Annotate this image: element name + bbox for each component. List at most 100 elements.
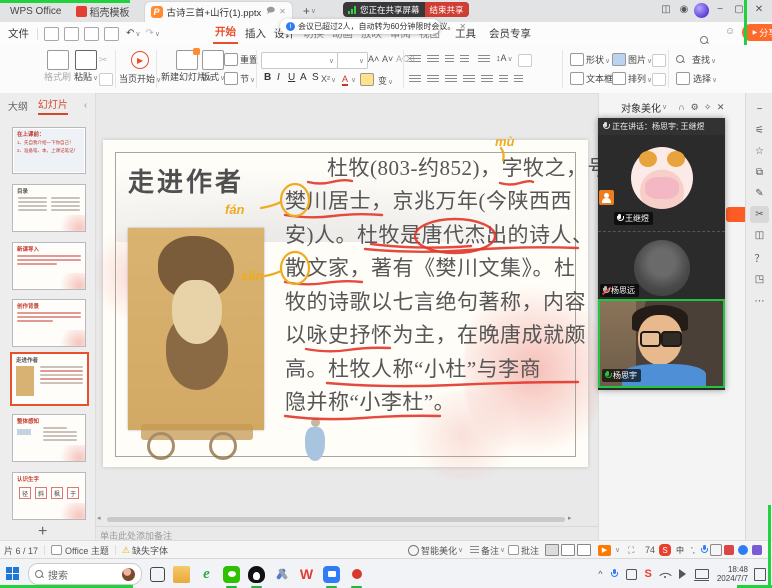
- smart-beautify-button[interactable]: 智能美化∨: [408, 544, 463, 557]
- tray-wifi-icon[interactable]: [660, 570, 671, 579]
- new-tab-button[interactable]: +: [303, 4, 310, 18]
- normal-view-icon[interactable]: [545, 544, 559, 556]
- copy-style-icon[interactable]: ⧉: [750, 164, 769, 181]
- tray-volume-icon[interactable]: [679, 569, 691, 579]
- help-circle-icon[interactable]: ？: [750, 249, 769, 266]
- author-portrait-image[interactable]: [128, 228, 264, 430]
- numbered-list-icon[interactable]: [427, 55, 439, 64]
- taskbar-search-box[interactable]: 搜索: [28, 563, 142, 585]
- ie-browser-icon[interactable]: e: [198, 566, 215, 583]
- horizontal-scrollbar[interactable]: [107, 517, 565, 522]
- hscroll-right-icon[interactable]: ▸: [568, 514, 572, 522]
- slide-thumbnail-note[interactable]: 在上课前： 1、先自我介绍一下你自己！ 2、准备笔、本，上课记笔记！: [12, 127, 86, 174]
- slide-canvas[interactable]: 走进作者 杜牧(803-约852)，字牧之，号 樊川居士，京兆万年(今陕西西 安…: [103, 140, 588, 467]
- columns-icon[interactable]: [478, 55, 490, 64]
- slide-thumbnail-background[interactable]: 创作背景: [12, 299, 86, 347]
- close-pane-icon[interactable]: ✕: [714, 102, 727, 113]
- split-view-icon[interactable]: ◫: [658, 4, 674, 15]
- arrange-button[interactable]: 排列∨: [612, 72, 652, 85]
- tray-sogou-icon[interactable]: S: [645, 568, 652, 580]
- output-icon[interactable]: [64, 27, 79, 41]
- select-button[interactable]: 选择∨: [676, 72, 717, 85]
- comments-button[interactable]: 批注: [508, 544, 539, 557]
- close-tab-icon[interactable]: ✕: [279, 7, 286, 16]
- collapse-panel-icon[interactable]: ‹: [84, 100, 87, 111]
- justify-icon[interactable]: [463, 75, 475, 84]
- slide-title[interactable]: 走进作者: [128, 162, 244, 199]
- font-color-chevron-icon[interactable]: ∨: [351, 76, 356, 84]
- document-tab[interactable]: P 古诗三首+山行(1).pptx 🗩 ✕: [144, 1, 293, 22]
- italic-button[interactable]: I: [277, 72, 280, 83]
- ime-keyboard-icon[interactable]: [710, 544, 722, 556]
- meeting-overlay[interactable]: 正在讲话：杨思宇; 王继煜 王继煜 杨思远 杨思宇: [598, 118, 725, 390]
- line-spacing-icon[interactable]: ↕A∨: [496, 53, 513, 63]
- theme-label[interactable]: Office 主题: [65, 544, 109, 557]
- distribute-icon[interactable]: [481, 75, 493, 84]
- hscroll-left-icon[interactable]: ◂: [97, 514, 101, 522]
- picture-button[interactable]: 图片∨: [612, 53, 652, 66]
- slide-body-line[interactable]: 樊川居士，京兆万年(今陕西西: [285, 185, 572, 215]
- paste-button[interactable]: 粘贴∨: [74, 50, 98, 83]
- merge-icon[interactable]: [652, 73, 666, 86]
- qq-icon[interactable]: [248, 566, 265, 583]
- shapes-button[interactable]: 形状∨: [570, 53, 610, 66]
- wps-home-tab[interactable]: WPS Office: [10, 6, 62, 17]
- docer-tab[interactable]: 稻壳模板: [76, 4, 130, 19]
- tab-member[interactable]: 会员专享: [487, 26, 533, 41]
- account-avatar[interactable]: [694, 3, 709, 18]
- redo-chevron-icon[interactable]: ∨: [155, 30, 160, 38]
- slide-thumbnail-author-selected[interactable]: 走进作者: [10, 352, 89, 406]
- highlight-color-icon[interactable]: [360, 73, 374, 86]
- preview-icon[interactable]: [104, 27, 119, 41]
- underline-button[interactable]: U: [288, 72, 295, 83]
- notification-close-icon[interactable]: ✕: [459, 22, 466, 31]
- font-color-button[interactable]: A: [342, 74, 348, 86]
- char-spacing-icon[interactable]: [499, 75, 508, 84]
- paragraph-settings-icon[interactable]: [514, 75, 523, 84]
- favorites-star-icon[interactable]: ☆: [750, 143, 769, 160]
- task-view-button[interactable]: [150, 567, 165, 582]
- minimize-icon[interactable]: −: [712, 4, 728, 15]
- tray-clock[interactable]: 18:48 2024/7/7: [717, 565, 748, 583]
- properties-icon[interactable]: ⚟: [750, 122, 769, 139]
- tab-home[interactable]: 开始: [213, 24, 238, 44]
- slide-thumbnail-intro[interactable]: 新课导入: [12, 242, 86, 290]
- slideshow-play-button[interactable]: ▶: [598, 545, 611, 556]
- shadow-button[interactable]: S: [312, 72, 319, 83]
- tab-outline[interactable]: 大纲: [8, 98, 28, 113]
- redo-icon[interactable]: ↷: [146, 28, 154, 39]
- decrease-indent-icon[interactable]: [445, 55, 454, 64]
- tray-mic-icon[interactable]: [611, 569, 618, 579]
- utility-tool-icon[interactable]: [273, 566, 290, 583]
- pane-chevron-icon[interactable]: ∨: [662, 103, 667, 111]
- cut-icon[interactable]: ✂: [99, 55, 107, 66]
- missing-font-label[interactable]: 缺失字体: [132, 544, 168, 557]
- participant-tile-3-video[interactable]: 杨思宇: [598, 299, 725, 388]
- notes-button[interactable]: 备注∨: [470, 544, 505, 557]
- settings-gear-icon[interactable]: ⚙: [688, 102, 701, 113]
- superscript-button[interactable]: X²∨: [321, 74, 336, 84]
- pin-icon[interactable]: ✧: [701, 102, 714, 113]
- format-painter-button[interactable]: 格式刷: [44, 50, 71, 83]
- ink-edit-icon[interactable]: ✎: [750, 185, 769, 202]
- slide-body-line[interactable]: 杜牧(803-约852)，字牧之，号: [285, 152, 609, 182]
- save-icon[interactable]: [44, 27, 59, 41]
- sogou-logo-icon[interactable]: S: [659, 544, 671, 556]
- support-headset-icon[interactable]: ∩: [675, 102, 688, 112]
- collapse-strip-icon[interactable]: −: [750, 101, 769, 118]
- search-icon[interactable]: [700, 36, 709, 45]
- participant-tile-2[interactable]: 杨思远: [598, 232, 725, 299]
- zoom-value[interactable]: 74: [645, 545, 655, 555]
- decrease-font-icon[interactable]: A˅: [382, 54, 393, 64]
- file-explorer-icon[interactable]: [173, 566, 190, 583]
- reading-view-icon[interactable]: [577, 544, 591, 556]
- add-slide-button[interactable]: +: [38, 523, 47, 541]
- beautify-pane-title[interactable]: 对象美化: [621, 100, 661, 115]
- slide-thumbnail-perception[interactable]: 整体感知: [12, 414, 86, 462]
- stop-sharing-button[interactable]: 结束共享: [425, 2, 469, 17]
- strike-button[interactable]: A: [300, 72, 307, 83]
- fit-slide-icon[interactable]: ⛶: [628, 545, 634, 556]
- tab-insert[interactable]: 插入: [243, 26, 268, 41]
- help-icon[interactable]: ☺: [725, 26, 735, 37]
- slide-body-line[interactable]: 牧的诗歌以七言绝句著称，内容: [285, 286, 586, 316]
